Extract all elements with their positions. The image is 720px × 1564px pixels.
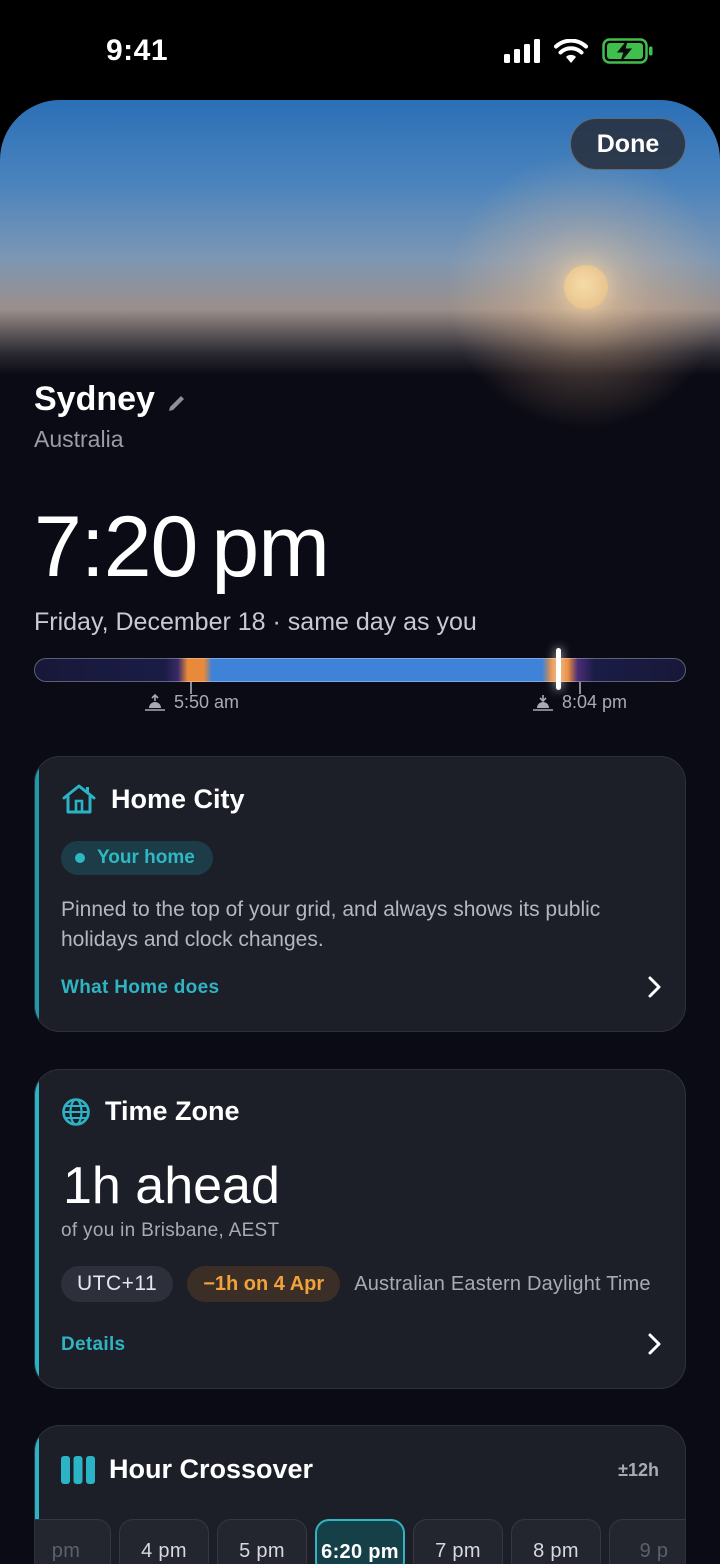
done-button[interactable]: Done	[570, 118, 686, 170]
city-name: Sydney	[34, 380, 155, 418]
hour-chip[interactable]: 8 pm	[511, 1519, 601, 1564]
dst-change-badge: −1h on 4 Apr	[187, 1266, 341, 1302]
zone-name: Australian Eastern Daylight Time	[354, 1272, 651, 1295]
city-detail-sheet: Done Sydney Australia 7:20 pm Friday, De…	[0, 100, 720, 1564]
home-description: Pinned to the top of your grid, and alwa…	[61, 898, 601, 951]
hour-crossover-card: Hour Crossover ±12h pm 4 pm 5 pm 6:20 pm…	[34, 1425, 686, 1564]
hour-strip[interactable]: pm 4 pm 5 pm 6:20 pm 7 pm 8 pm 9 p	[35, 1519, 685, 1564]
sunrise-time: 5:50 am	[174, 692, 240, 712]
time-zone-card[interactable]: Time Zone 1h ahead of you in Brisbane, A…	[34, 1069, 686, 1389]
local-time: 7:20 pm	[34, 498, 330, 597]
sun-icon	[564, 265, 608, 309]
signal-icon	[504, 39, 540, 63]
status-bar: 9:41	[0, 0, 720, 100]
chevron-right-icon[interactable]	[647, 1332, 663, 1356]
columns-icon	[61, 1455, 95, 1484]
status-icons	[504, 38, 654, 64]
local-time-meridiem: pm	[211, 499, 329, 595]
sunrise-icon	[145, 693, 165, 711]
badge-dot	[75, 853, 85, 863]
utc-offset-badge: UTC+11	[61, 1266, 174, 1302]
home-city-title: Home City	[111, 783, 245, 814]
time-zone-title: Time Zone	[105, 1096, 240, 1126]
what-home-does-link[interactable]: What Home does	[61, 977, 219, 999]
offset-subtitle: of you in Brisbane, AEST	[61, 1220, 280, 1241]
wifi-icon	[554, 39, 588, 63]
pencil-icon[interactable]	[166, 392, 188, 414]
current-time-marker	[556, 648, 561, 690]
sunset-label: 8:04 pm	[532, 692, 627, 713]
date-line: Friday, December 18 · same day as you	[34, 608, 477, 636]
hour-chip[interactable]: 7 pm	[413, 1519, 503, 1564]
your-home-badge-label: Your home	[97, 847, 195, 868]
local-time-digits: 7:20	[34, 499, 198, 595]
sunrise-label: 5:50 am	[144, 692, 239, 713]
chevron-right-icon[interactable]	[647, 975, 663, 999]
hour-chip[interactable]: 9 p	[609, 1519, 685, 1564]
range-label: ±12h	[618, 1460, 659, 1480]
globe-icon	[62, 1097, 90, 1126]
hour-crossover-header: Hour Crossover	[61, 1454, 313, 1485]
status-time: 9:41	[106, 34, 169, 67]
hour-chip[interactable]: pm	[35, 1519, 111, 1564]
hour-chip[interactable]: 5 pm	[217, 1519, 307, 1564]
details-link[interactable]: Details	[61, 1334, 125, 1356]
zone-badges: UTC+11 −1h on 4 Apr Australian Eastern D…	[61, 1266, 651, 1302]
house-icon	[62, 784, 96, 814]
home-city-header: Home City	[61, 783, 245, 815]
daylight-bar	[34, 658, 686, 682]
battery-charging-icon	[602, 38, 653, 64]
hour-chip-selected[interactable]: 6:20 pm	[315, 1519, 405, 1564]
home-city-card[interactable]: Home City Your home Pinned to the top of…	[34, 756, 686, 1032]
time-zone-header: Time Zone	[61, 1096, 240, 1127]
hour-crossover-title: Hour Crossover	[109, 1454, 314, 1484]
offset-text: 1h ahead	[63, 1157, 280, 1215]
your-home-badge: Your home	[61, 841, 213, 875]
sunset-icon	[533, 694, 553, 711]
sunset-time: 8:04 pm	[562, 692, 628, 712]
hour-chip[interactable]: 4 pm	[119, 1519, 209, 1564]
country-name: Australia	[34, 426, 124, 452]
